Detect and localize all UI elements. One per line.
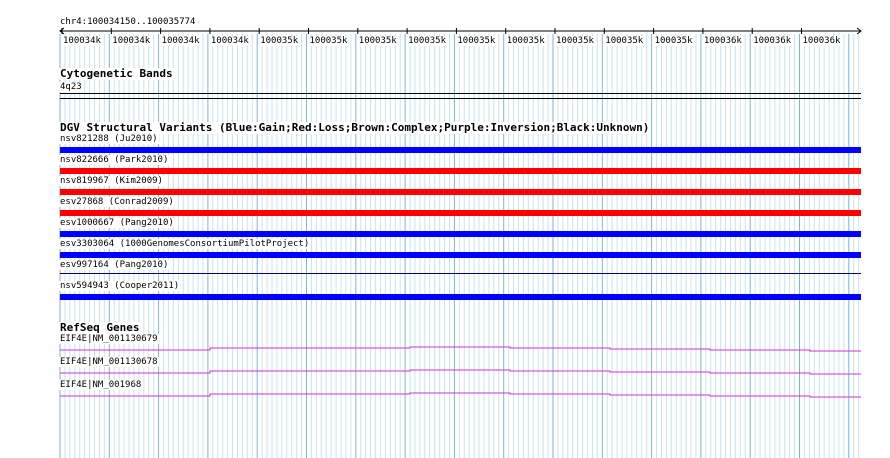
dgv-track-title: DGV Structural Variants (Blue:Gain;Red:L… [59, 121, 651, 134]
dgv-variant-bar [60, 189, 861, 195]
dgv-variant-label[interactable]: nsv819967 (Kim2009) [59, 176, 164, 186]
refseq-gene-label[interactable]: EIF4E|NM_001130678 [59, 357, 159, 367]
scale-tick-label: 100035k [457, 36, 496, 46]
cytoband-line-bottom [60, 98, 861, 99]
dgv-variant-bar [60, 147, 861, 153]
cytoband-line-top [60, 93, 861, 94]
dgv-variant-label[interactable]: esv27868 (Conrad2009) [59, 197, 175, 207]
dgv-variant-label[interactable]: esv997164 (Pang2010) [59, 260, 170, 270]
scale-tick-label: 100036k [802, 36, 841, 46]
scale-tick-label: 100035k [605, 36, 644, 46]
scale-tick-label: 100035k [260, 36, 299, 46]
refseq-track-title: RefSeq Genes [59, 321, 141, 334]
scale-tick-label: 100034k [161, 36, 200, 46]
dgv-variant-label[interactable]: nsv821288 (Ju2010) [59, 134, 159, 144]
location-label: chr4:100034150..100035774 [59, 17, 197, 27]
scale-tick-label: 100036k [753, 36, 792, 46]
refseq-gene-model [60, 392, 861, 398]
scale-tick-label: 100034k [112, 36, 151, 46]
scale-tick-label: 100035k [358, 36, 397, 46]
scale-tick-label: 100034k [210, 36, 249, 46]
dgv-variant-bar [60, 273, 861, 274]
scale-tick-label: 100035k [654, 36, 693, 46]
dgv-variant-bar [60, 210, 861, 216]
scale-tick-label: 100036k [703, 36, 742, 46]
scale-tick-label: 100035k [309, 36, 348, 46]
refseq-gene-label[interactable]: EIF4E|NM_001130679 [59, 334, 159, 344]
dgv-variant-label[interactable]: nsv822666 (Park2010) [59, 155, 170, 165]
scale-tick-label: 100035k [408, 36, 447, 46]
refseq-gene-label[interactable]: EIF4E|NM_001968 [59, 380, 143, 390]
dgv-variant-label[interactable]: nsv594943 (Cooper2011) [59, 281, 181, 291]
refseq-gene-model [60, 369, 861, 375]
dgv-variant-bar [60, 252, 861, 258]
dgv-variant-bar [60, 168, 861, 174]
dgv-variant-bar [60, 294, 861, 300]
cytoband-label: 4q23 [59, 82, 83, 92]
scale-tick-label: 100035k [506, 36, 545, 46]
dgv-variant-bar [60, 231, 861, 237]
dgv-variant-label[interactable]: esv3303064 (1000GenomesConsortiumPilotPr… [59, 239, 311, 249]
scale-tick-label: 100035k [556, 36, 594, 46]
dgv-variant-label[interactable]: esv1000667 (Pang2010) [59, 218, 175, 228]
cytoband-track-title: Cytogenetic Bands [59, 67, 174, 80]
refseq-gene-model [60, 346, 861, 352]
scale-tick-label: 100034k [63, 36, 101, 46]
